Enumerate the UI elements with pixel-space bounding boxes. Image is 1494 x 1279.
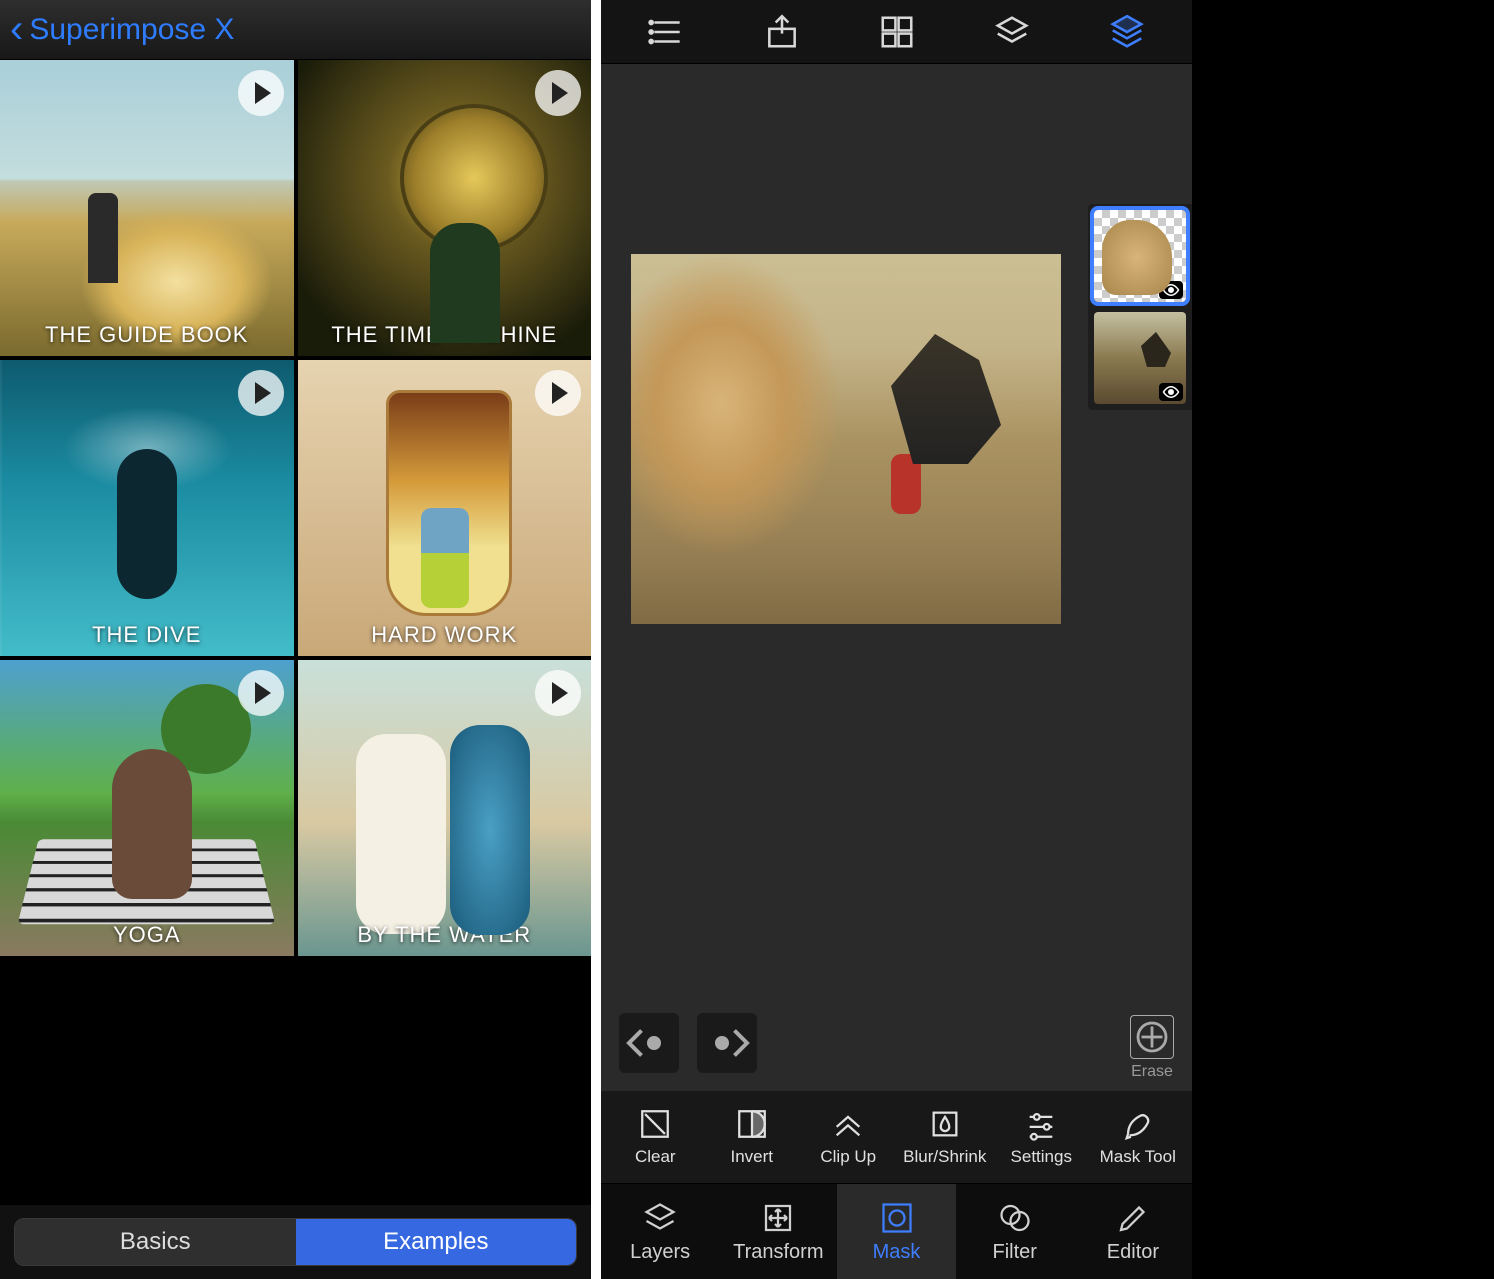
visibility-icon[interactable] — [1159, 281, 1183, 299]
tile-caption: YOGA — [0, 922, 294, 948]
mode-label: Transform — [733, 1241, 823, 1264]
tile-caption: HARD WORK — [298, 622, 592, 648]
segment-examples[interactable]: Examples — [296, 1219, 577, 1265]
action-label: Invert — [730, 1147, 773, 1167]
tile-caption: THE DIVE — [0, 622, 294, 648]
mode-label: Mask — [873, 1241, 921, 1264]
undo-button[interactable] — [619, 1013, 679, 1073]
play-icon[interactable] — [238, 670, 284, 716]
tutorial-grid: THE GUIDE BOOK THE TIME MACHINE THE DIVE… — [0, 60, 591, 1205]
tutorial-tile-hard-work[interactable]: HARD WORK — [298, 360, 592, 656]
editor-screen: Erase Clear Invert Clip Up Blur/Shrink S… — [601, 0, 1192, 1279]
grid-icon[interactable] — [878, 13, 916, 51]
play-icon[interactable] — [535, 370, 581, 416]
segment-bar: Basics Examples — [0, 1205, 591, 1279]
tile-caption: THE TIME MACHINE — [298, 322, 592, 348]
nav-title[interactable]: Superimpose X — [29, 13, 234, 47]
mode-row: Layers Transform Mask Filter Editor — [601, 1183, 1192, 1279]
redo-button[interactable] — [697, 1013, 757, 1073]
action-invert[interactable]: Invert — [710, 1107, 794, 1167]
mode-mask[interactable]: Mask — [837, 1184, 955, 1279]
tile-caption: BY THE WATER — [298, 922, 592, 948]
play-icon[interactable] — [535, 70, 581, 116]
layer-panel — [1088, 204, 1192, 410]
layers-filled-icon[interactable] — [1108, 13, 1146, 51]
action-label: Blur/Shrink — [903, 1147, 986, 1167]
action-label: Clip Up — [820, 1147, 876, 1167]
visibility-icon[interactable] — [1159, 383, 1183, 401]
tutorial-tile-time-machine[interactable]: THE TIME MACHINE — [298, 60, 592, 356]
back-chevron-icon[interactable]: ‹ — [10, 7, 23, 52]
tile-caption: THE GUIDE BOOK — [0, 322, 294, 348]
undo-redo-group — [619, 1013, 757, 1073]
mode-label: Editor — [1107, 1241, 1159, 1264]
tutorial-tile-guide-book[interactable]: THE GUIDE BOOK — [0, 60, 294, 356]
action-clip-up[interactable]: Clip Up — [806, 1107, 890, 1167]
action-settings[interactable]: Settings — [999, 1107, 1083, 1167]
erase-label: Erase — [1131, 1063, 1173, 1081]
tutorial-tile-yoga[interactable]: YOGA — [0, 660, 294, 956]
mask-actions-row: Clear Invert Clip Up Blur/Shrink Setting… — [601, 1091, 1192, 1183]
play-icon[interactable] — [535, 670, 581, 716]
nav-bar: ‹ Superimpose X — [0, 0, 591, 60]
action-mask-tool[interactable]: Mask Tool — [1096, 1107, 1180, 1167]
screenshot-divider — [591, 0, 601, 1279]
list-icon[interactable] — [648, 13, 686, 51]
action-label: Settings — [1011, 1147, 1072, 1167]
play-icon[interactable] — [238, 70, 284, 116]
tutorial-tile-dive[interactable]: THE DIVE — [0, 360, 294, 656]
layers-outline-icon[interactable] — [993, 13, 1031, 51]
action-clear[interactable]: Clear — [613, 1107, 697, 1167]
mode-filter[interactable]: Filter — [956, 1184, 1074, 1279]
mode-label: Filter — [992, 1241, 1036, 1264]
mode-label: Layers — [630, 1241, 690, 1264]
mode-editor[interactable]: Editor — [1074, 1184, 1192, 1279]
canvas-image[interactable] — [631, 254, 1061, 624]
action-label: Mask Tool — [1100, 1147, 1176, 1167]
layer-thumbnail-background[interactable] — [1094, 312, 1186, 404]
tutorial-tile-by-the-water[interactable]: BY THE WATER — [298, 660, 592, 956]
top-toolbar — [601, 0, 1192, 64]
action-blur-shrink[interactable]: Blur/Shrink — [903, 1107, 987, 1167]
action-label: Clear — [635, 1147, 676, 1167]
tutorials-screen: ‹ Superimpose X THE GUIDE BOOK THE TIME … — [0, 0, 591, 1279]
erase-button[interactable]: Erase — [1130, 1015, 1174, 1081]
canvas-area[interactable]: Erase — [601, 64, 1192, 1091]
share-icon[interactable] — [763, 13, 801, 51]
mode-transform[interactable]: Transform — [719, 1184, 837, 1279]
mode-layers[interactable]: Layers — [601, 1184, 719, 1279]
play-icon[interactable] — [238, 370, 284, 416]
layer-thumbnail-foreground[interactable] — [1094, 210, 1186, 302]
segment-basics[interactable]: Basics — [15, 1219, 296, 1265]
